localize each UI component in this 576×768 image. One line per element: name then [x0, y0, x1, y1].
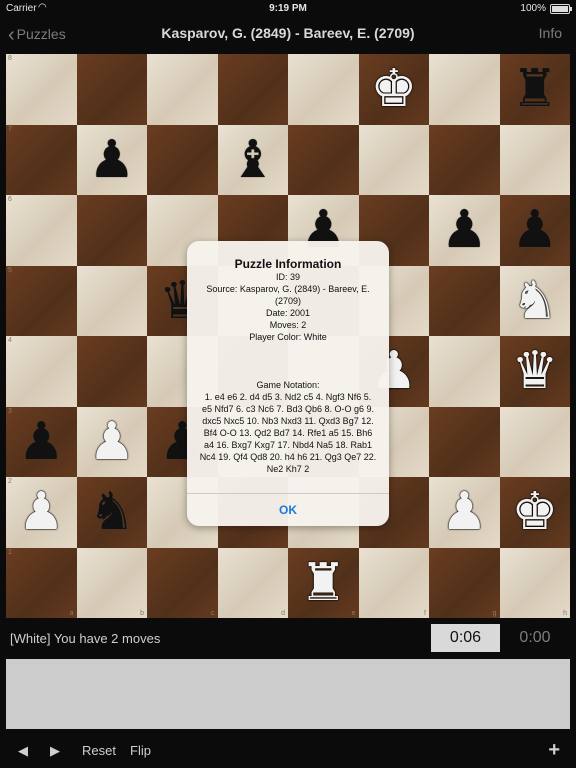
puzzle-moves: Moves: 2: [269, 320, 307, 330]
ok-button[interactable]: OK: [187, 503, 389, 517]
puzzle-date: Date: 2001: [265, 308, 311, 318]
game-notation: 1. e4 e6 2. d4 d5 3. Nd2 c5 4. Ngf3 Nf6 …: [199, 392, 377, 474]
dialog-divider: [187, 493, 389, 494]
puzzle-id: ID: 39: [275, 272, 300, 282]
player-color: Player Color: White: [249, 332, 327, 342]
puzzle-info-dialog: Puzzle Information ID: 39 Source: Kaspar…: [187, 241, 389, 526]
dialog-title: Puzzle Information: [234, 257, 342, 271]
puzzle-source: Source: Kasparov, G. (2849) - Bareev, E.…: [206, 284, 370, 306]
notation-header: Game Notation:: [256, 380, 320, 390]
